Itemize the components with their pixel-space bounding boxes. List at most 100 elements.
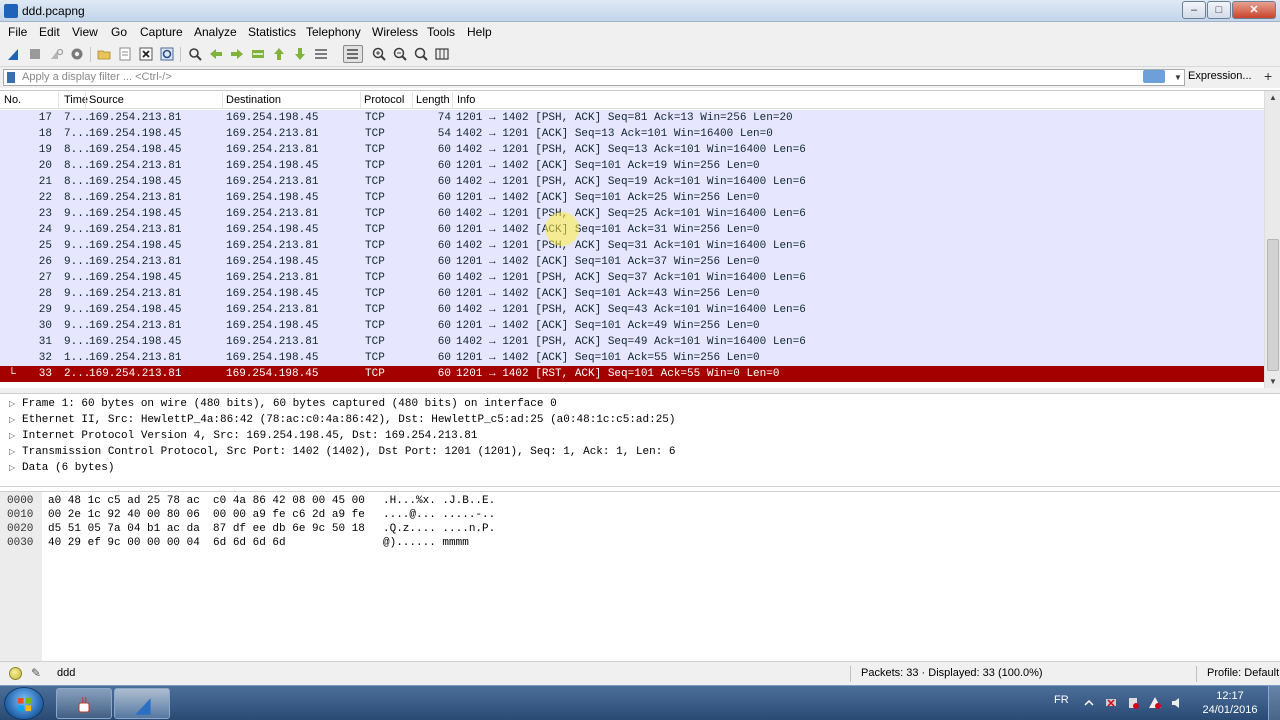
column-header-destination[interactable]: Destination	[226, 94, 281, 106]
expand-triangle-icon[interactable]: ▷	[9, 412, 15, 428]
table-row[interactable]: 20 8... 169.254.213.81 169.254.198.45 TCP 60 1…	[0, 158, 1264, 174]
normal-size-icon[interactable]	[413, 46, 429, 62]
options-gear-icon[interactable]	[69, 46, 85, 62]
menu-help[interactable]: Help	[467, 25, 492, 39]
cell-info: 1201 → 1402 [PSH, ACK] Seq=81 Ack=13 Win…	[456, 112, 793, 124]
autoscroll-icon[interactable]	[313, 46, 329, 62]
table-row[interactable]: 27 9... 169.254.198.45 169.254.213.81 TCP 60 1…	[0, 270, 1264, 286]
taskbar-java-app[interactable]	[56, 688, 112, 719]
tray-network-icon[interactable]	[1104, 696, 1118, 710]
zoom-in-icon[interactable]	[371, 46, 387, 62]
filter-history-dropdown-icon[interactable]: ▼	[1171, 69, 1185, 86]
packet-list-scrollbar[interactable]: ▲ ▼	[1264, 91, 1280, 389]
status-profile[interactable]: Profile: Default	[1207, 667, 1279, 679]
menu-file[interactable]: File	[8, 25, 27, 39]
detail-row-ipv4[interactable]: ▷ Internet Protocol Version 4, Src: 169.2…	[0, 428, 1280, 444]
capture-comment-edit-icon[interactable]: ✎	[31, 666, 41, 680]
find-icon[interactable]	[187, 46, 203, 62]
detail-row-ethernet[interactable]: ▷ Ethernet II, Src: HewlettP_4a:86:42 (78…	[0, 412, 1280, 428]
display-filter-input[interactable]: Apply a display filter ... <Ctrl-/>	[3, 69, 1185, 86]
first-packet-icon[interactable]	[271, 46, 287, 62]
tray-clock[interactable]: 12:17 24/01/2016	[1200, 689, 1260, 717]
detail-row-frame[interactable]: ▷ Frame 1: 60 bytes on wire (480 bits), 6…	[0, 396, 1280, 412]
menu-wireless[interactable]: Wireless	[372, 25, 418, 39]
minimize-button[interactable]: –	[1182, 1, 1206, 19]
scrollbar-thumb[interactable]	[1267, 239, 1279, 371]
column-separator[interactable]	[452, 92, 453, 108]
detail-row-data[interactable]: ▷ Data (6 bytes)	[0, 460, 1280, 476]
stop-icon[interactable]	[27, 46, 43, 62]
table-row[interactable]: 19 8... 169.254.198.45 169.254.213.81 TCP 60 1…	[0, 142, 1264, 158]
table-row-selected[interactable]: └ 33 2... 169.254.213.81 169.254.198.45 TCP 60…	[0, 366, 1264, 382]
column-header-length[interactable]: Length	[416, 94, 450, 106]
expand-triangle-icon[interactable]: ▷	[9, 444, 15, 460]
table-row[interactable]: 25 9... 169.254.198.45 169.254.213.81 TCP 60 1…	[0, 238, 1264, 254]
menu-tools[interactable]: Tools	[427, 25, 455, 39]
restart-icon[interactable]	[48, 46, 64, 62]
menu-statistics[interactable]: Statistics	[248, 25, 296, 39]
table-row[interactable]: 21 8... 169.254.198.45 169.254.213.81 TCP 60 1…	[0, 174, 1264, 190]
shark-fin-start-icon[interactable]	[6, 46, 22, 62]
table-row[interactable]: 23 9... 169.254.198.45 169.254.213.81 TCP 60 1…	[0, 206, 1264, 222]
column-separator[interactable]	[360, 92, 361, 108]
bookmark-icon[interactable]	[7, 72, 15, 83]
maximize-button[interactable]: □	[1207, 1, 1231, 19]
last-packet-icon[interactable]	[292, 46, 308, 62]
start-button[interactable]	[4, 687, 44, 720]
scroll-down-arrow-icon[interactable]: ▼	[1265, 375, 1280, 389]
expert-info-led-icon[interactable]	[9, 667, 22, 680]
table-row[interactable]: 26 9... 169.254.213.81 169.254.198.45 TCP 60 1…	[0, 254, 1264, 270]
table-row[interactable]: 30 9... 169.254.213.81 169.254.198.45 TCP 60 1…	[0, 318, 1264, 334]
tray-power-icon[interactable]	[1126, 696, 1140, 710]
column-separator[interactable]	[222, 92, 223, 108]
menu-edit[interactable]: Edit	[39, 25, 60, 39]
table-row[interactable]: 24 9... 169.254.213.81 169.254.198.45 TCP 60 1…	[0, 222, 1264, 238]
table-row[interactable]: 18 7... 169.254.198.45 169.254.213.81 TCP 54 1…	[0, 126, 1264, 142]
tray-show-hidden-icon[interactable]	[1082, 696, 1096, 710]
taskbar-wireshark-app[interactable]	[114, 688, 170, 719]
scroll-up-arrow-icon[interactable]: ▲	[1265, 91, 1280, 105]
table-row[interactable]: 31 9... 169.254.198.45 169.254.213.81 TCP 60 1…	[0, 334, 1264, 350]
column-separator[interactable]	[58, 92, 59, 108]
expand-triangle-icon[interactable]: ▷	[9, 460, 15, 476]
zoom-out-icon[interactable]	[392, 46, 408, 62]
colorize-icon[interactable]	[343, 45, 363, 63]
menu-telephony[interactable]: Telephony	[306, 25, 361, 39]
open-folder-icon[interactable]	[96, 46, 112, 62]
column-header-protocol[interactable]: Protocol	[364, 94, 404, 106]
column-separator[interactable]	[412, 92, 413, 108]
resize-columns-icon[interactable]	[434, 46, 450, 62]
column-separator[interactable]	[85, 92, 86, 108]
reload-icon[interactable]	[159, 46, 175, 62]
expand-triangle-icon[interactable]: ▷	[9, 428, 15, 444]
cell-destination: 169.254.198.45	[226, 112, 319, 124]
close-file-icon[interactable]	[138, 46, 154, 62]
menu-view[interactable]: View	[72, 25, 98, 39]
back-arrow-icon[interactable]	[208, 46, 224, 62]
column-header-info[interactable]: Info	[457, 94, 475, 106]
cell-protocol: TCP	[365, 352, 385, 364]
open-recent-icon[interactable]	[117, 46, 133, 62]
column-header-source[interactable]: Source	[89, 94, 124, 106]
tray-action-center-icon[interactable]	[1148, 696, 1162, 710]
tray-language[interactable]: FR	[1054, 694, 1069, 706]
table-row[interactable]: 22 8... 169.254.213.81 169.254.198.45 TCP 60 1…	[0, 190, 1264, 206]
detail-row-tcp[interactable]: ▷ Transmission Control Protocol, Src Port…	[0, 444, 1280, 460]
show-desktop-button[interactable]	[1268, 686, 1280, 720]
table-row[interactable]: 17 7... 169.254.213.81 169.254.198.45 TCP 74 1…	[0, 110, 1264, 126]
forward-arrow-icon[interactable]	[229, 46, 245, 62]
table-row[interactable]: 28 9... 169.254.213.81 169.254.198.45 TCP 60 1…	[0, 286, 1264, 302]
go-to-packet-icon[interactable]	[250, 46, 266, 62]
table-row[interactable]: 29 9... 169.254.198.45 169.254.213.81 TCP 60 1…	[0, 302, 1264, 318]
apply-filter-arrow-icon[interactable]	[1143, 70, 1165, 83]
close-button[interactable]: ✕	[1232, 1, 1276, 19]
menu-go[interactable]: Go	[111, 25, 127, 39]
menu-capture[interactable]: Capture	[140, 25, 183, 39]
expression-button[interactable]: Expression...	[1188, 70, 1252, 82]
expand-triangle-icon[interactable]: ▷	[9, 396, 15, 412]
add-filter-button[interactable]: +	[1264, 69, 1272, 83]
column-header-no[interactable]: No.	[4, 94, 21, 106]
tray-volume-icon[interactable]	[1170, 696, 1184, 710]
table-row[interactable]: 32 1... 169.254.213.81 169.254.198.45 TCP 60 1…	[0, 350, 1264, 366]
menu-analyze[interactable]: Analyze	[194, 25, 237, 39]
